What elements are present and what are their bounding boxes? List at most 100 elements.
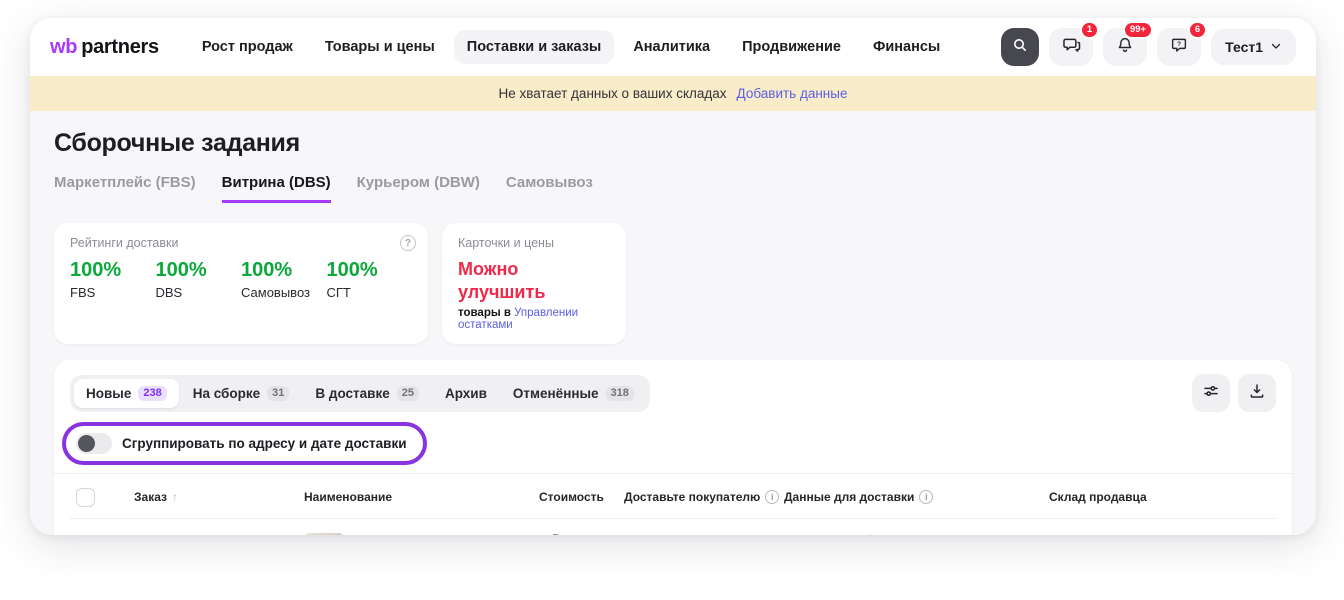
annotation-highlight: Сгруппировать по адресу и дате доставки <box>62 422 427 465</box>
chevron-down-icon <box>1270 39 1282 55</box>
status-tab-cancelled[interactable]: Отменённые 318 <box>501 379 646 408</box>
col-cost-label: Стоимость <box>539 490 604 504</box>
status-tab-archive-label: Архив <box>445 386 487 401</box>
tab-marketplace-fbs[interactable]: Маркетплейс (FBS) <box>54 174 196 203</box>
nav-item-supplies-orders[interactable]: Поставки и заказы <box>454 30 615 64</box>
download-icon <box>1248 382 1266 405</box>
nav-item-growth[interactable]: Рост продаж <box>189 30 306 64</box>
status-tab-new-label: Новые <box>86 386 131 401</box>
status-filters-row: Новые 238 На сборке 31 В доставке 25 Арх… <box>70 374 1276 412</box>
prices-card-title: Карточки и цены <box>458 236 610 250</box>
page-content: Сборочные задания Маркетплейс (FBS) Витр… <box>30 111 1316 535</box>
summary-cards: Рейтинги доставки ? 100% FBS 100% DBS 10… <box>54 223 1292 344</box>
stat-sgt: 100% СГТ <box>327 258 413 300</box>
col-name-label: Наименование <box>304 490 392 504</box>
info-icon[interactable]: i <box>765 490 779 504</box>
page-title: Сборочные задания <box>54 129 1292 158</box>
logo-partners: partners <box>81 36 159 59</box>
filters-button[interactable] <box>1192 374 1230 412</box>
cost-cell: 2 ₽ <box>539 533 624 535</box>
stat-pickup-value: 100% <box>241 258 327 282</box>
search-icon <box>1012 37 1028 58</box>
app-window: wb partners Рост продаж Товары и цены По… <box>30 18 1316 535</box>
download-button[interactable] <box>1238 374 1276 412</box>
prices-card-status: Можно улучшить <box>458 258 610 303</box>
delivery-data-cell: Санкт-Петербург, проспект Кузнецо… Скопи… <box>784 533 1049 535</box>
notifications-badge: 99+ <box>1123 21 1153 39</box>
stat-fbs-label: FBS <box>70 285 156 300</box>
product-name-link[interactable]: / Хлебная кошка <box>354 534 458 535</box>
tab-vitrina-dbs[interactable]: Витрина (DBS) <box>222 174 331 203</box>
status-tab-cancelled-label: Отменённые <box>513 386 599 401</box>
ratings-card-title: Рейтинги доставки <box>70 236 412 250</box>
orders-card: Новые 238 На сборке 31 В доставке 25 Арх… <box>54 360 1292 535</box>
svg-text:?: ? <box>1177 41 1181 48</box>
question-circle-icon[interactable]: ? <box>400 235 416 251</box>
status-tab-delivering-count: 25 <box>397 386 419 401</box>
stat-fbs: 100% FBS <box>70 258 156 300</box>
notifications-button[interactable]: 99+ <box>1103 28 1147 66</box>
nav-item-analytics[interactable]: Аналитика <box>620 30 723 64</box>
col-order-label: Заказ <box>134 490 167 504</box>
col-cost: Стоимость <box>539 490 624 504</box>
deliver-date: 31.08.2025 <box>624 533 784 535</box>
sort-asc-icon: ↑ <box>172 490 178 504</box>
banner-text: Не хватает данных о ваших складах <box>499 86 727 101</box>
status-tab-delivering[interactable]: В доставке 25 <box>303 379 431 408</box>
account-name: Тест1 <box>1225 39 1263 55</box>
table-header-row: Заказ ↑ Наименование Стоимость Доставьте… <box>70 474 1276 519</box>
ratings-stats: 100% FBS 100% DBS 100% Самовывоз 100% СГ… <box>70 258 412 300</box>
order-row: 3794436654 от 30.08.2025 974 ч. 11 мин. … <box>70 519 1276 535</box>
help-button[interactable]: ? 6 <box>1157 28 1201 66</box>
product-info: / Хлебная кошка Арт. wb75ro271h <box>354 533 458 535</box>
col-order[interactable]: Заказ ↑ <box>134 490 304 504</box>
info-icon[interactable]: i <box>919 490 933 504</box>
logo-wb: wb <box>50 36 77 59</box>
order-number: 3794436654 <box>134 533 304 535</box>
wb-partners-logo[interactable]: wb partners <box>50 36 159 59</box>
col-deliver-by-label: Доставьте покупателю <box>624 490 760 504</box>
col-name: Наименование <box>304 490 539 504</box>
header-actions: 1 99+ ? 6 Тест1 <box>1001 28 1296 66</box>
tab-courier-dbw[interactable]: Курьером (DBW) <box>357 174 480 203</box>
nav-item-goods-prices[interactable]: Товары и цены <box>312 30 448 64</box>
chat-icon <box>1062 35 1081 59</box>
status-tab-cancelled-count: 318 <box>606 386 634 401</box>
stat-pickup-label: Самовывоз <box>241 285 327 300</box>
cards-prices-card: Карточки и цены Можно улучшить товары в … <box>442 223 626 344</box>
select-all-checkbox[interactable] <box>76 488 95 507</box>
help-badge: 6 <box>1188 21 1207 39</box>
group-toggle-zone: Сгруппировать по адресу и дате доставки <box>62 422 1276 465</box>
status-tab-assembling-count: 31 <box>267 386 289 401</box>
table-tools <box>1192 374 1276 412</box>
main-nav: Рост продаж Товары и цены Поставки и зак… <box>189 30 953 64</box>
nav-item-finance[interactable]: Финансы <box>860 30 953 64</box>
status-tab-archive[interactable]: Архив <box>433 379 499 408</box>
stat-dbs-value: 100% <box>156 258 242 282</box>
tab-pickup[interactable]: Самовывоз <box>506 174 593 203</box>
col-deliver-by: Доставьте покупателю i <box>624 490 784 504</box>
sliders-icon <box>1202 382 1220 405</box>
delivery-type-tabs: Маркетплейс (FBS) Витрина (DBS) Курьером… <box>54 174 1292 203</box>
prices-card-subtext: товары в Управлении остатками <box>458 307 610 331</box>
delivery-address: Санкт-Петербург, проспект Кузнецо… <box>784 533 1049 535</box>
account-menu[interactable]: Тест1 <box>1211 29 1296 65</box>
messages-button[interactable]: 1 <box>1049 28 1093 66</box>
col-warehouse-label: Склад продавца <box>1049 490 1147 504</box>
stat-sgt-value: 100% <box>327 258 413 282</box>
status-tab-assembling[interactable]: На сборке 31 <box>181 379 302 408</box>
stat-pickup: 100% Самовывоз <box>241 258 327 300</box>
stat-fbs-value: 100% <box>70 258 156 282</box>
banner-add-data-link[interactable]: Добавить данные <box>737 86 848 101</box>
bell-icon <box>1116 36 1134 59</box>
toggle-knob <box>78 435 95 452</box>
search-button[interactable] <box>1001 28 1039 66</box>
product-thumbnail[interactable] <box>304 533 344 535</box>
status-segmented-control: Новые 238 На сборке 31 В доставке 25 Арх… <box>70 375 650 412</box>
group-by-address-toggle[interactable] <box>76 433 112 454</box>
nav-item-promotion[interactable]: Продвижение <box>729 30 854 64</box>
order-cell: 3794436654 от 30.08.2025 974 ч. 11 мин. … <box>134 533 304 535</box>
warehouse-cell: DBS Москва <box>1049 533 1232 535</box>
top-header: wb partners Рост продаж Товары и цены По… <box>30 18 1316 76</box>
status-tab-new[interactable]: Новые 238 <box>74 379 179 408</box>
